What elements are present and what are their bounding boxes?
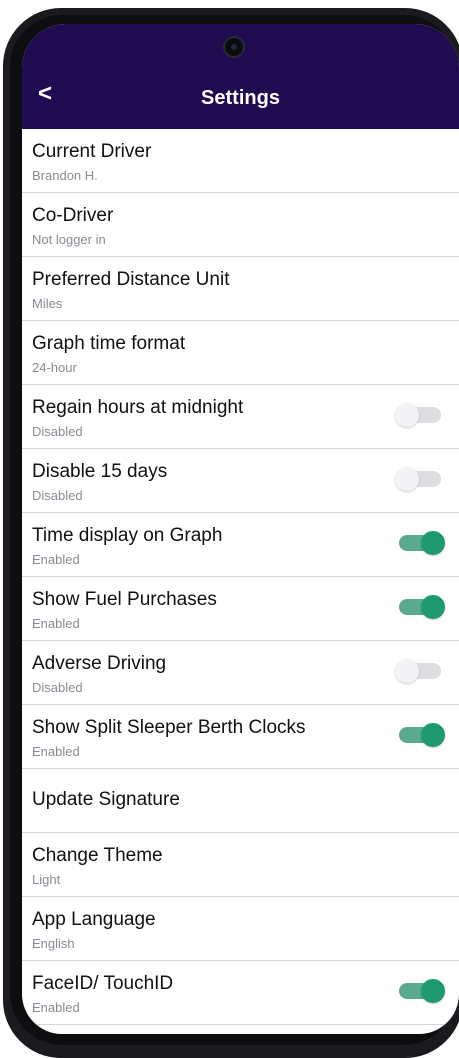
setting-row-update-signature[interactable]: Update Signature [22,769,459,833]
setting-value: Light [32,872,61,887]
setting-label: Update Signature [32,789,180,810]
setting-value: Disabled [32,488,83,503]
setting-row-show-split-sleeper-berth-clocks[interactable]: Show Split Sleeper Berth Clocks Enabled [22,705,459,769]
setting-row-app-language[interactable]: App Language English [22,897,459,961]
setting-value: Disabled [32,424,83,439]
setting-value: Miles [32,296,63,311]
setting-label: Show Split Sleeper Berth Clocks [32,717,306,738]
toggle-switch[interactable] [399,595,445,619]
setting-label: Co-Driver [32,205,114,226]
setting-label: Change Theme [32,845,163,866]
setting-row-graph-time-format[interactable]: Graph time format 24-hour [22,321,459,385]
app-header: < Settings [22,24,459,129]
toggle-knob [421,531,445,555]
setting-row-faceid-touchid[interactable]: FaceID/ TouchID Enabled [22,961,459,1025]
setting-label: Time display on Graph [32,525,223,546]
setting-value: Enabled [32,744,80,759]
setting-row-current-driver[interactable]: Current Driver Brandon H. [22,129,459,193]
setting-label: Disable 15 days [32,461,168,482]
settings-list: Current Driver Brandon H. Co-Driver Not log… [22,129,459,1025]
toggle-switch[interactable] [399,531,445,555]
setting-value: English [32,936,75,951]
setting-row-adverse-driving[interactable]: Adverse Driving Disabled [22,641,459,705]
setting-label: Adverse Driving [32,653,167,674]
toggle-knob [395,467,419,491]
setting-label: Graph time format [32,333,186,354]
setting-value: 24-hour [32,360,77,375]
setting-label: FaceID/ TouchID [32,973,174,994]
setting-row-time-display-on-graph[interactable]: Time display on Graph Enabled [22,513,459,577]
app-screen: < Settings Current Driver Brandon H. Co-Dr… [22,24,459,1034]
setting-label: Preferred Distance Unit [32,269,230,290]
setting-value: Enabled [32,1000,80,1015]
toggle-knob [395,403,419,427]
setting-value: Enabled [32,552,80,567]
toggle-switch[interactable] [395,403,441,427]
setting-label: Show Fuel Purchases [32,589,217,610]
toggle-knob [421,723,445,747]
toggle-switch[interactable] [395,659,441,683]
toggle-switch[interactable] [399,979,445,1003]
setting-value: Enabled [32,616,80,631]
setting-label: Current Driver [32,141,152,162]
page-title: Settings [201,87,280,109]
toggle-switch[interactable] [399,723,445,747]
setting-row-regain-hours-at-midnight[interactable]: Regain hours at midnight Disabled [22,385,459,449]
toggle-knob [421,979,445,1003]
toggle-knob [421,595,445,619]
setting-row-preferred-distance-unit[interactable]: Preferred Distance Unit Miles [22,257,459,321]
setting-row-change-theme[interactable]: Change Theme Light [22,833,459,897]
setting-value: Disabled [32,680,83,695]
front-camera [225,38,243,56]
setting-value: Brandon H. [32,168,98,183]
toggle-knob [395,659,419,683]
setting-label: Regain hours at midnight [32,397,244,418]
setting-label: App Language [32,909,156,930]
toggle-switch[interactable] [395,467,441,491]
setting-row-co-driver[interactable]: Co-Driver Not logger in [22,193,459,257]
setting-value: Not logger in [32,232,106,247]
setting-row-disable-15-days[interactable]: Disable 15 days Disabled [22,449,459,513]
setting-row-show-fuel-purchases[interactable]: Show Fuel Purchases Enabled [22,577,459,641]
